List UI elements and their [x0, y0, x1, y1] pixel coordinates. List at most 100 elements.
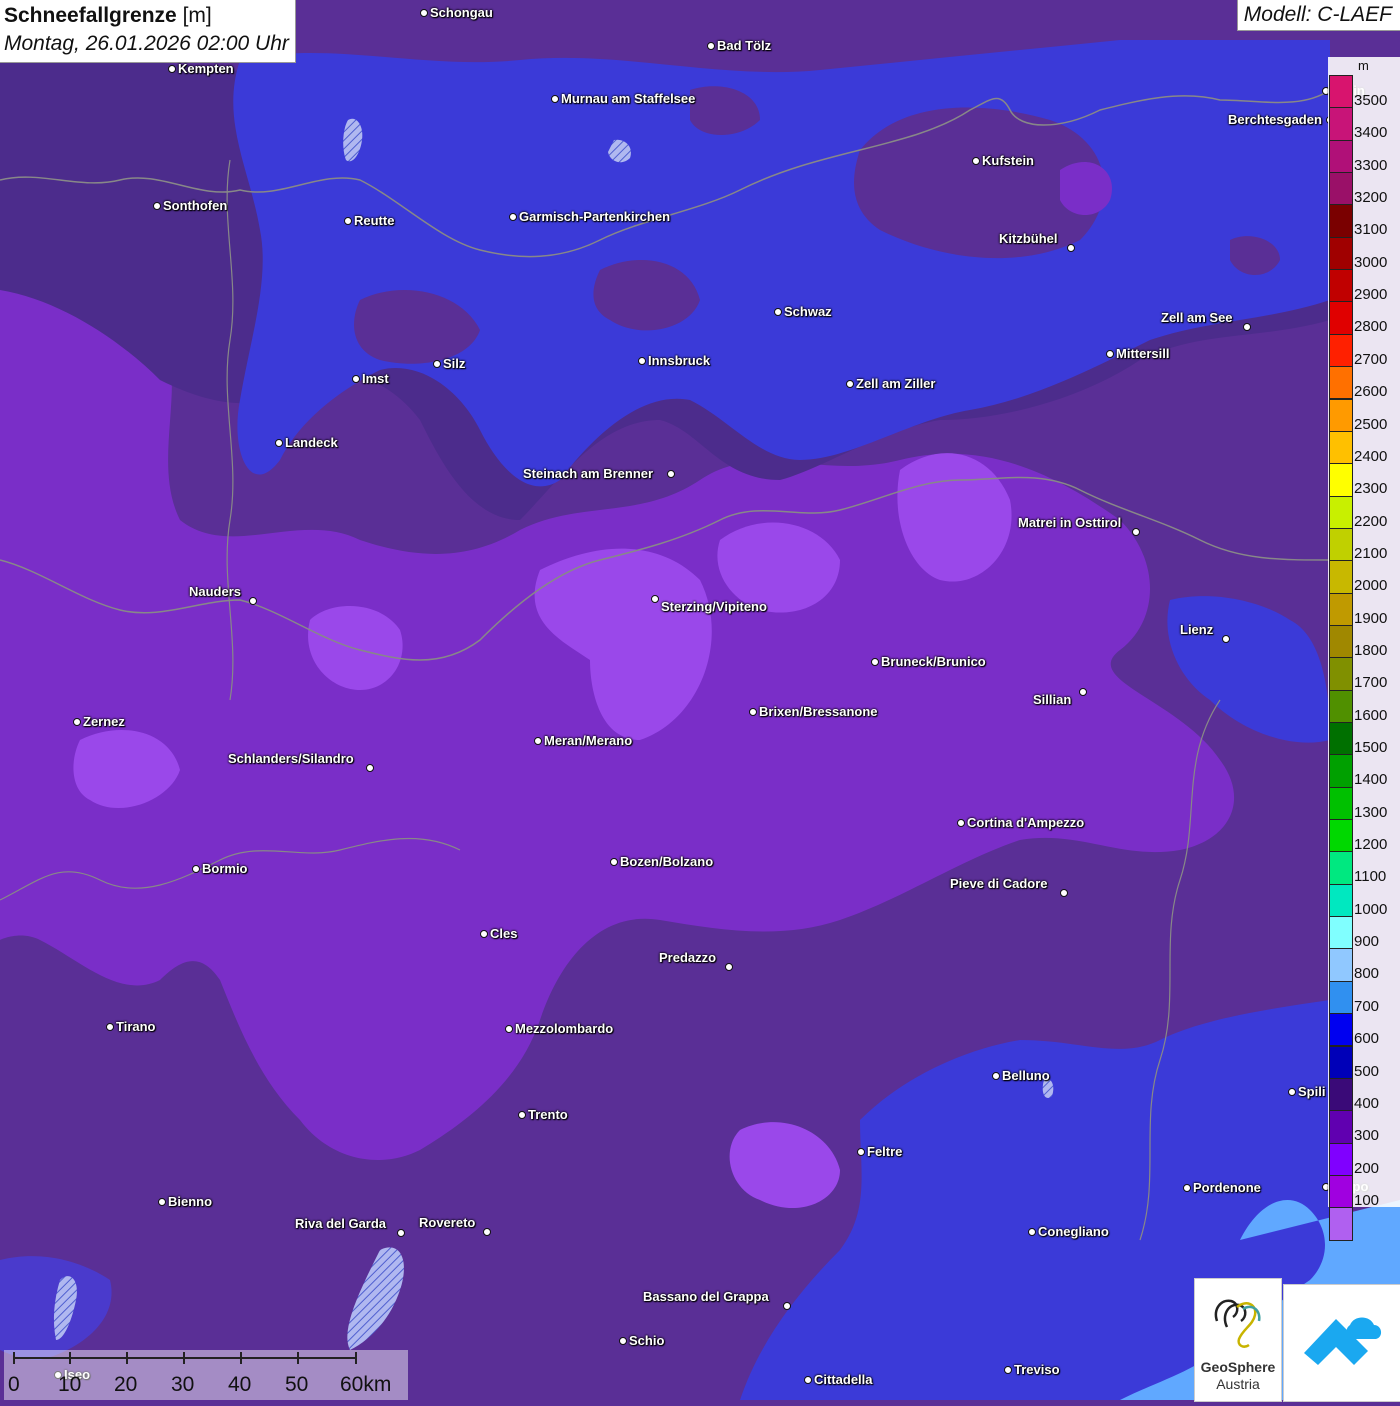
city-marker[interactable]	[804, 1376, 812, 1384]
legend-value-label: 3100	[1354, 221, 1388, 239]
city-marker[interactable]	[1288, 1088, 1296, 1096]
city-marker[interactable]	[158, 1198, 166, 1206]
geosphere-austria-logo[interactable]: GeoSphere Austria	[1194, 1278, 1282, 1402]
legend-swatch	[1329, 1174, 1353, 1209]
city-marker[interactable]	[366, 764, 374, 772]
legend-swatch	[1329, 495, 1353, 529]
city-label: Pordenone	[1193, 1180, 1261, 1195]
city-label: Predazzo	[659, 950, 717, 965]
city-marker[interactable]	[774, 308, 782, 316]
city-label: Rovereto	[419, 1215, 476, 1230]
city-label: Innsbruck	[648, 353, 711, 368]
legend-swatch	[1329, 592, 1353, 626]
legend-swatch	[1329, 948, 1353, 982]
city-label: Sterzing/Vipiteno	[661, 599, 767, 614]
legend-swatch	[1329, 204, 1353, 238]
city-marker[interactable]	[1079, 688, 1087, 696]
city-label: Mittersill	[1116, 346, 1170, 361]
city-label: Murnau am Staffelsee	[561, 91, 696, 106]
city-marker[interactable]	[749, 708, 757, 716]
legend-value-label: 600	[1354, 1030, 1380, 1048]
city-label: Conegliano	[1038, 1224, 1109, 1239]
city-marker[interactable]	[483, 1228, 491, 1236]
city-label: Sillian	[1033, 692, 1072, 707]
city-marker[interactable]	[1106, 350, 1114, 358]
scale-label: 40	[228, 1373, 252, 1396]
city-label: Pieve di Cadore	[950, 876, 1048, 891]
city-marker[interactable]	[551, 95, 559, 103]
city-marker[interactable]	[857, 1148, 865, 1156]
city-marker[interactable]	[480, 930, 488, 938]
city-marker[interactable]	[1060, 889, 1068, 897]
legend-swatch	[1329, 1142, 1353, 1176]
city-marker[interactable]	[992, 1072, 1000, 1080]
city-marker[interactable]	[871, 658, 879, 666]
city-marker[interactable]	[505, 1025, 513, 1033]
legend-value-label: 500	[1354, 1062, 1380, 1080]
city-marker[interactable]	[397, 1229, 405, 1237]
legend-swatch	[1329, 754, 1353, 788]
city-marker[interactable]	[192, 865, 200, 873]
city-marker[interactable]	[619, 1337, 627, 1345]
city-marker[interactable]	[638, 357, 646, 365]
city-marker[interactable]	[1028, 1228, 1036, 1236]
legend-swatch	[1329, 333, 1353, 368]
city-marker[interactable]	[534, 737, 542, 745]
legend-value-label: 2300	[1354, 480, 1388, 498]
city-label: Tirano	[116, 1019, 156, 1034]
city-marker[interactable]	[352, 375, 360, 383]
city-marker[interactable]	[249, 597, 257, 605]
city-marker[interactable]	[420, 9, 428, 17]
app-logo[interactable]	[1283, 1284, 1400, 1402]
city-marker[interactable]	[725, 963, 733, 971]
legend-swatch	[1329, 1045, 1353, 1079]
city-marker[interactable]	[957, 819, 965, 827]
city-marker[interactable]	[1222, 635, 1230, 643]
legend-value-label: 3500	[1354, 92, 1388, 109]
city-marker[interactable]	[707, 42, 715, 50]
city-marker[interactable]	[153, 202, 161, 210]
legend-swatch	[1329, 269, 1353, 303]
city-label: Landeck	[285, 435, 338, 450]
model-label: Modell: C-LAEF	[1236, 0, 1400, 31]
legend-swatch	[1329, 463, 1353, 497]
city-marker[interactable]	[168, 65, 176, 73]
legend-value-label: 1500	[1354, 739, 1388, 756]
city-marker[interactable]	[667, 470, 675, 478]
city-marker[interactable]	[1243, 323, 1251, 331]
legend-swatch	[1329, 657, 1353, 691]
legend-unit: m	[1358, 58, 1369, 73]
city-marker[interactable]	[518, 1111, 526, 1119]
legend-swatch	[1329, 1207, 1353, 1241]
city-marker[interactable]	[1067, 244, 1075, 252]
city-label: Riva del Garda	[295, 1216, 387, 1231]
legend-swatch	[1329, 786, 1353, 821]
city-marker[interactable]	[275, 439, 283, 447]
legend-value-label: 900	[1354, 933, 1380, 951]
city-marker[interactable]	[846, 380, 854, 388]
city-label: Spili	[1298, 1084, 1326, 1099]
city-marker[interactable]	[1132, 528, 1140, 536]
city-marker[interactable]	[433, 360, 441, 368]
city-marker[interactable]	[106, 1023, 114, 1031]
legend-swatch	[1329, 1110, 1353, 1144]
legend-swatch	[1329, 980, 1353, 1015]
city-marker[interactable]	[1183, 1184, 1191, 1192]
scale-label: 0	[8, 1373, 20, 1396]
parameter-name: Schneefallgrenze	[4, 4, 177, 27]
city-marker[interactable]	[344, 217, 352, 225]
city-marker[interactable]	[1004, 1366, 1012, 1374]
city-marker[interactable]	[783, 1302, 791, 1310]
city-marker[interactable]	[610, 858, 618, 866]
city-marker[interactable]	[972, 157, 980, 165]
city-label: Trento	[528, 1107, 568, 1122]
legend-value-label: 2900	[1354, 286, 1388, 304]
city-marker[interactable]	[509, 213, 517, 221]
legend-value-label: 2600	[1354, 383, 1388, 401]
city-marker[interactable]	[651, 595, 659, 603]
legend-value-label: 300	[1354, 1127, 1380, 1145]
legend-swatch	[1329, 916, 1353, 950]
city-marker[interactable]	[73, 718, 81, 726]
legend-swatch	[1329, 722, 1353, 756]
scale-label: 20	[114, 1373, 138, 1396]
